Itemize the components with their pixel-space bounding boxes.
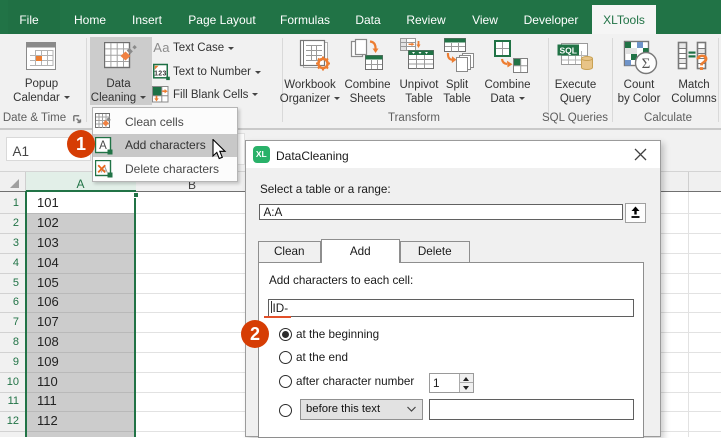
svg-text:?: ? — [695, 50, 708, 75]
svg-text:123: 123 — [154, 70, 167, 77]
svg-text:Σ: Σ — [642, 56, 651, 72]
svg-text:SQL: SQL — [559, 45, 576, 55]
svg-text:A: A — [99, 140, 107, 152]
